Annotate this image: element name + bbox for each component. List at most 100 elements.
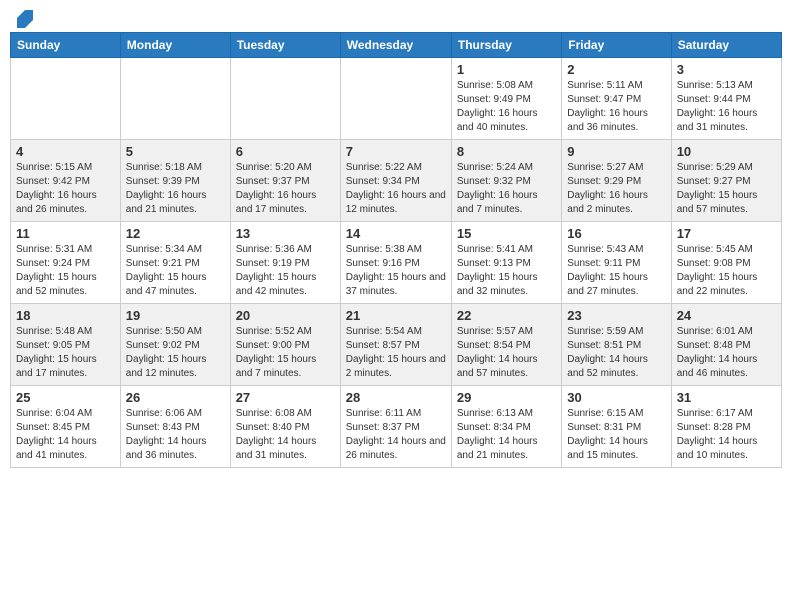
day-info: Sunrise: 5:11 AM Sunset: 9:47 PM Dayligh…: [567, 79, 665, 135]
day-number: 31: [677, 390, 776, 405]
day-info: Sunrise: 5:22 AM Sunset: 9:34 PM Dayligh…: [346, 161, 446, 217]
day-info: Sunrise: 5:52 AM Sunset: 9:00 PM Dayligh…: [236, 325, 335, 381]
day-number: 16: [567, 226, 665, 241]
weekday-header: Thursday: [451, 33, 561, 58]
day-info: Sunrise: 5:15 AM Sunset: 9:42 PM Dayligh…: [16, 161, 115, 217]
calendar-cell: 4 Sunrise: 5:15 AM Sunset: 9:42 PM Daylig…: [11, 140, 121, 222]
day-info: Sunrise: 5:54 AM Sunset: 8:57 PM Dayligh…: [346, 325, 446, 381]
calendar-cell: 12 Sunrise: 5:34 AM Sunset: 9:21 PM Dayli…: [120, 222, 230, 304]
calendar-cell: 20 Sunrise: 5:52 AM Sunset: 9:00 PM Dayli…: [230, 304, 340, 386]
day-number: 13: [236, 226, 335, 241]
calendar-cell: 18 Sunrise: 5:48 AM Sunset: 9:05 PM Dayli…: [11, 304, 121, 386]
day-info: Sunrise: 5:13 AM Sunset: 9:44 PM Dayligh…: [677, 79, 776, 135]
calendar-cell: 30 Sunrise: 6:15 AM Sunset: 8:31 PM Dayli…: [562, 386, 671, 468]
day-info: Sunrise: 6:15 AM Sunset: 8:31 PM Dayligh…: [567, 407, 665, 463]
day-info: Sunrise: 5:18 AM Sunset: 9:39 PM Dayligh…: [126, 161, 225, 217]
day-number: 29: [457, 390, 556, 405]
calendar-cell: 11 Sunrise: 5:31 AM Sunset: 9:24 PM Dayli…: [11, 222, 121, 304]
day-info: Sunrise: 5:50 AM Sunset: 9:02 PM Dayligh…: [126, 325, 225, 381]
day-number: 9: [567, 144, 665, 159]
calendar-cell: 8Sunrise: 5:24 AM Sunset: 9:32 PM Daylig…: [451, 140, 561, 222]
day-info: Sunrise: 6:11 AM Sunset: 8:37 PM Dayligh…: [346, 407, 446, 463]
weekday-header: Tuesday: [230, 33, 340, 58]
calendar-cell: 27 Sunrise: 6:08 AM Sunset: 8:40 PM Dayli…: [230, 386, 340, 468]
day-number: 3: [677, 62, 776, 77]
day-number: 4: [16, 144, 115, 159]
day-info: Sunrise: 5:20 AM Sunset: 9:37 PM Dayligh…: [236, 161, 335, 217]
logo: [14, 10, 34, 24]
day-number: 2: [567, 62, 665, 77]
calendar-week-row: 4 Sunrise: 5:15 AM Sunset: 9:42 PM Daylig…: [11, 140, 782, 222]
day-number: 6: [236, 144, 335, 159]
day-info: Sunrise: 5:34 AM Sunset: 9:21 PM Dayligh…: [126, 243, 225, 299]
day-info: Sunrise: 5:27 AM Sunset: 9:29 PM Dayligh…: [567, 161, 665, 217]
day-info: Sunrise: 6:17 AM Sunset: 8:28 PM Dayligh…: [677, 407, 776, 463]
logo-icon: [15, 10, 33, 28]
day-number: 1: [457, 62, 556, 77]
day-info: Sunrise: 5:48 AM Sunset: 9:05 PM Dayligh…: [16, 325, 115, 381]
weekday-header: Monday: [120, 33, 230, 58]
calendar-week-row: 25 Sunrise: 6:04 AM Sunset: 8:45 PM Dayli…: [11, 386, 782, 468]
day-number: 18: [16, 308, 115, 323]
calendar-cell: [120, 58, 230, 140]
day-info: Sunrise: 6:04 AM Sunset: 8:45 PM Dayligh…: [16, 407, 115, 463]
calendar-cell: 2 Sunrise: 5:11 AM Sunset: 9:47 PM Daylig…: [562, 58, 671, 140]
day-info: Sunrise: 6:13 AM Sunset: 8:34 PM Dayligh…: [457, 407, 556, 463]
day-number: 15: [457, 226, 556, 241]
day-number: 25: [16, 390, 115, 405]
day-info: Sunrise: 5:45 AM Sunset: 9:08 PM Dayligh…: [677, 243, 776, 299]
calendar-cell: 5Sunrise: 5:18 AM Sunset: 9:39 PM Daylig…: [120, 140, 230, 222]
day-number: 7: [346, 144, 446, 159]
calendar-cell: 22Sunrise: 5:57 AM Sunset: 8:54 PM Dayli…: [451, 304, 561, 386]
calendar-table: SundayMondayTuesdayWednesdayThursdayFrid…: [10, 32, 782, 468]
weekday-header: Wednesday: [340, 33, 451, 58]
day-info: Sunrise: 5:57 AM Sunset: 8:54 PM Dayligh…: [457, 325, 556, 381]
day-number: 27: [236, 390, 335, 405]
calendar-cell: 14Sunrise: 5:38 AM Sunset: 9:16 PM Dayli…: [340, 222, 451, 304]
page-header: [10, 10, 782, 24]
calendar-cell: 25 Sunrise: 6:04 AM Sunset: 8:45 PM Dayli…: [11, 386, 121, 468]
day-number: 12: [126, 226, 225, 241]
calendar-cell: 19 Sunrise: 5:50 AM Sunset: 9:02 PM Dayli…: [120, 304, 230, 386]
weekday-header: Sunday: [11, 33, 121, 58]
day-info: Sunrise: 6:01 AM Sunset: 8:48 PM Dayligh…: [677, 325, 776, 381]
day-number: 19: [126, 308, 225, 323]
calendar-week-row: 18 Sunrise: 5:48 AM Sunset: 9:05 PM Dayli…: [11, 304, 782, 386]
day-info: Sunrise: 5:08 AM Sunset: 9:49 PM Dayligh…: [457, 79, 556, 135]
day-info: Sunrise: 5:41 AM Sunset: 9:13 PM Dayligh…: [457, 243, 556, 299]
day-info: Sunrise: 5:31 AM Sunset: 9:24 PM Dayligh…: [16, 243, 115, 299]
calendar-cell: 28 Sunrise: 6:11 AM Sunset: 8:37 PM Dayli…: [340, 386, 451, 468]
calendar-cell: 17Sunrise: 5:45 AM Sunset: 9:08 PM Dayli…: [671, 222, 781, 304]
calendar-cell: [340, 58, 451, 140]
calendar-cell: 3 Sunrise: 5:13 AM Sunset: 9:44 PM Daylig…: [671, 58, 781, 140]
day-number: 10: [677, 144, 776, 159]
calendar-cell: 16 Sunrise: 5:43 AM Sunset: 9:11 PM Dayli…: [562, 222, 671, 304]
day-info: Sunrise: 5:24 AM Sunset: 9:32 PM Dayligh…: [457, 161, 556, 217]
calendar-cell: [11, 58, 121, 140]
calendar-header-row: SundayMondayTuesdayWednesdayThursdayFrid…: [11, 33, 782, 58]
day-info: Sunrise: 5:59 AM Sunset: 8:51 PM Dayligh…: [567, 325, 665, 381]
day-number: 26: [126, 390, 225, 405]
calendar-week-row: 1 Sunrise: 5:08 AM Sunset: 9:49 PM Daylig…: [11, 58, 782, 140]
day-number: 11: [16, 226, 115, 241]
day-number: 28: [346, 390, 446, 405]
calendar-cell: 21Sunrise: 5:54 AM Sunset: 8:57 PM Dayli…: [340, 304, 451, 386]
day-number: 20: [236, 308, 335, 323]
day-info: Sunrise: 5:36 AM Sunset: 9:19 PM Dayligh…: [236, 243, 335, 299]
day-number: 14: [346, 226, 446, 241]
day-info: Sunrise: 5:43 AM Sunset: 9:11 PM Dayligh…: [567, 243, 665, 299]
day-number: 23: [567, 308, 665, 323]
calendar-cell: 1 Sunrise: 5:08 AM Sunset: 9:49 PM Daylig…: [451, 58, 561, 140]
calendar-cell: 6 Sunrise: 5:20 AM Sunset: 9:37 PM Daylig…: [230, 140, 340, 222]
day-number: 30: [567, 390, 665, 405]
weekday-header: Saturday: [671, 33, 781, 58]
calendar-cell: 9 Sunrise: 5:27 AM Sunset: 9:29 PM Daylig…: [562, 140, 671, 222]
calendar-cell: 24 Sunrise: 6:01 AM Sunset: 8:48 PM Dayli…: [671, 304, 781, 386]
day-info: Sunrise: 6:08 AM Sunset: 8:40 PM Dayligh…: [236, 407, 335, 463]
calendar-cell: 26Sunrise: 6:06 AM Sunset: 8:43 PM Dayli…: [120, 386, 230, 468]
calendar-cell: 10Sunrise: 5:29 AM Sunset: 9:27 PM Dayli…: [671, 140, 781, 222]
calendar-cell: 13 Sunrise: 5:36 AM Sunset: 9:19 PM Dayli…: [230, 222, 340, 304]
calendar-cell: 31 Sunrise: 6:17 AM Sunset: 8:28 PM Dayli…: [671, 386, 781, 468]
day-number: 24: [677, 308, 776, 323]
calendar-cell: 29 Sunrise: 6:13 AM Sunset: 8:34 PM Dayli…: [451, 386, 561, 468]
